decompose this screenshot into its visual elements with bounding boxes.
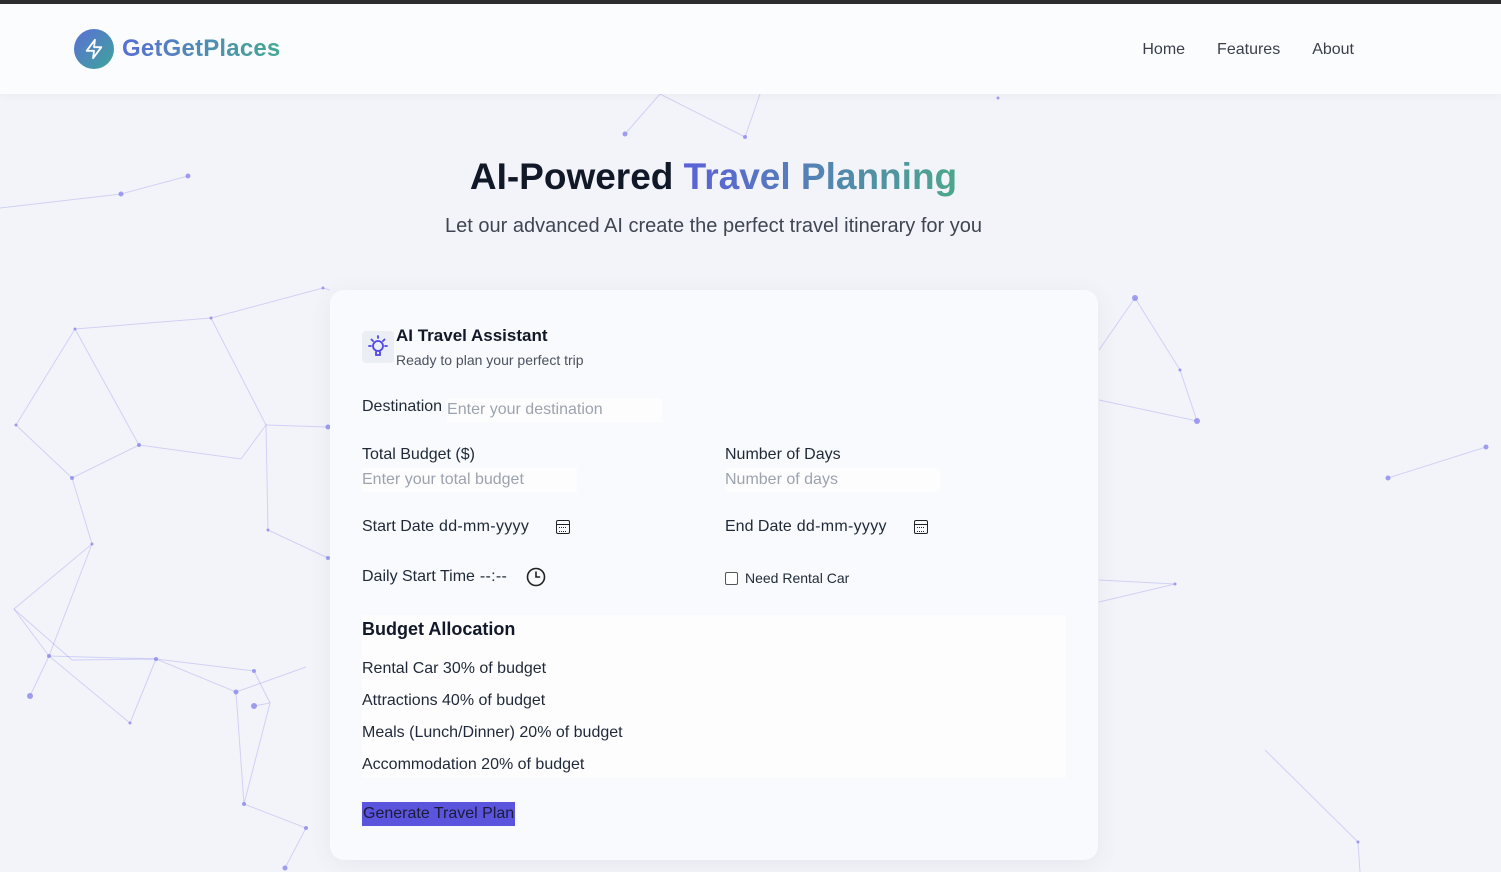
- brand-name: GetGetPlaces: [122, 35, 281, 62]
- end-date-label: End Date: [725, 518, 792, 535]
- destination-input[interactable]: Enter your destination: [447, 398, 663, 422]
- budget-allocation-title: Budget Allocation: [362, 619, 516, 639]
- budget-label: Total Budget ($): [362, 446, 475, 463]
- days-placeholder: Number of days: [725, 471, 838, 488]
- assistant-title: AI Travel Assistant: [396, 326, 548, 345]
- budget-placeholder: Enter your total budget: [362, 471, 524, 488]
- brand-logo[interactable]: GetGetPlaces: [74, 29, 280, 69]
- rental-car-label: Need Rental Car: [745, 570, 850, 586]
- end-date-input[interactable]: dd-mm-yyyy: [797, 518, 887, 536]
- nav-features[interactable]: Features: [1217, 41, 1280, 59]
- hero-title-highlight: Travel Planning: [683, 156, 958, 197]
- days-field: Number of Days Number of days: [725, 446, 940, 492]
- rental-car-checkbox[interactable]: [725, 571, 738, 585]
- hero-subtitle: Let our advanced AI create the perfect t…: [445, 215, 982, 237]
- hero-title-plain: AI-Powered: [469, 156, 684, 197]
- start-time-row: Daily Start Time --:--: [362, 567, 546, 587]
- generate-plan-button[interactable]: Generate Travel Plan: [362, 802, 516, 826]
- budget-item-meals: Meals (Lunch/Dinner) 20% of budget: [362, 724, 623, 741]
- main-nav: Home Features About: [1142, 41, 1354, 59]
- clock-icon[interactable]: [526, 567, 546, 587]
- budget-input[interactable]: Enter your total budget: [362, 468, 577, 492]
- budget-item-attractions: Attractions 40% of budget: [362, 692, 546, 709]
- assistant-header: AI Travel Assistant Ready to plan your p…: [362, 326, 584, 368]
- budget-allocation-list: Rental Car 30% of budget Attractions 40%…: [362, 660, 1066, 788]
- assistant-subtitle: Ready to plan your perfect trip: [396, 352, 584, 368]
- destination-label: Destination: [362, 398, 443, 415]
- days-label: Number of Days: [725, 446, 841, 463]
- rental-car-row: Need Rental Car: [725, 570, 849, 586]
- start-date-label: Start Date: [362, 518, 435, 535]
- budget-item-accommodation: Accommodation 20% of budget: [362, 756, 585, 773]
- lightbulb-icon: [362, 331, 394, 363]
- start-time-input[interactable]: --:--: [480, 568, 507, 586]
- nav-about[interactable]: About: [1312, 41, 1354, 59]
- destination-row: Destination Enter your destination: [362, 398, 663, 422]
- hero-title: AI-Powered Travel Planning: [0, 156, 1427, 198]
- site-header: GetGetPlaces Home Features About: [0, 4, 1501, 94]
- start-date-row: Start Date dd-mm-yyyy: [362, 518, 571, 536]
- calendar-icon[interactable]: [556, 520, 571, 534]
- calendar-icon[interactable]: [913, 520, 928, 534]
- start-date-input[interactable]: dd-mm-yyyy: [439, 518, 529, 536]
- nav-home[interactable]: Home: [1142, 41, 1185, 59]
- end-date-row: End Date dd-mm-yyyy: [725, 518, 928, 536]
- budget-field: Total Budget ($) Enter your total budget: [362, 446, 577, 492]
- planner-card: AI Travel Assistant Ready to plan your p…: [330, 290, 1098, 860]
- start-time-label: Daily Start Time: [362, 568, 475, 585]
- days-input[interactable]: Number of days: [725, 468, 940, 492]
- budget-allocation-panel: Budget Allocation Rental Car 30% of budg…: [362, 615, 1066, 778]
- budget-item-rental-car: Rental Car 30% of budget: [362, 660, 547, 677]
- lightning-icon: [74, 29, 114, 69]
- destination-placeholder: Enter your destination: [447, 401, 603, 418]
